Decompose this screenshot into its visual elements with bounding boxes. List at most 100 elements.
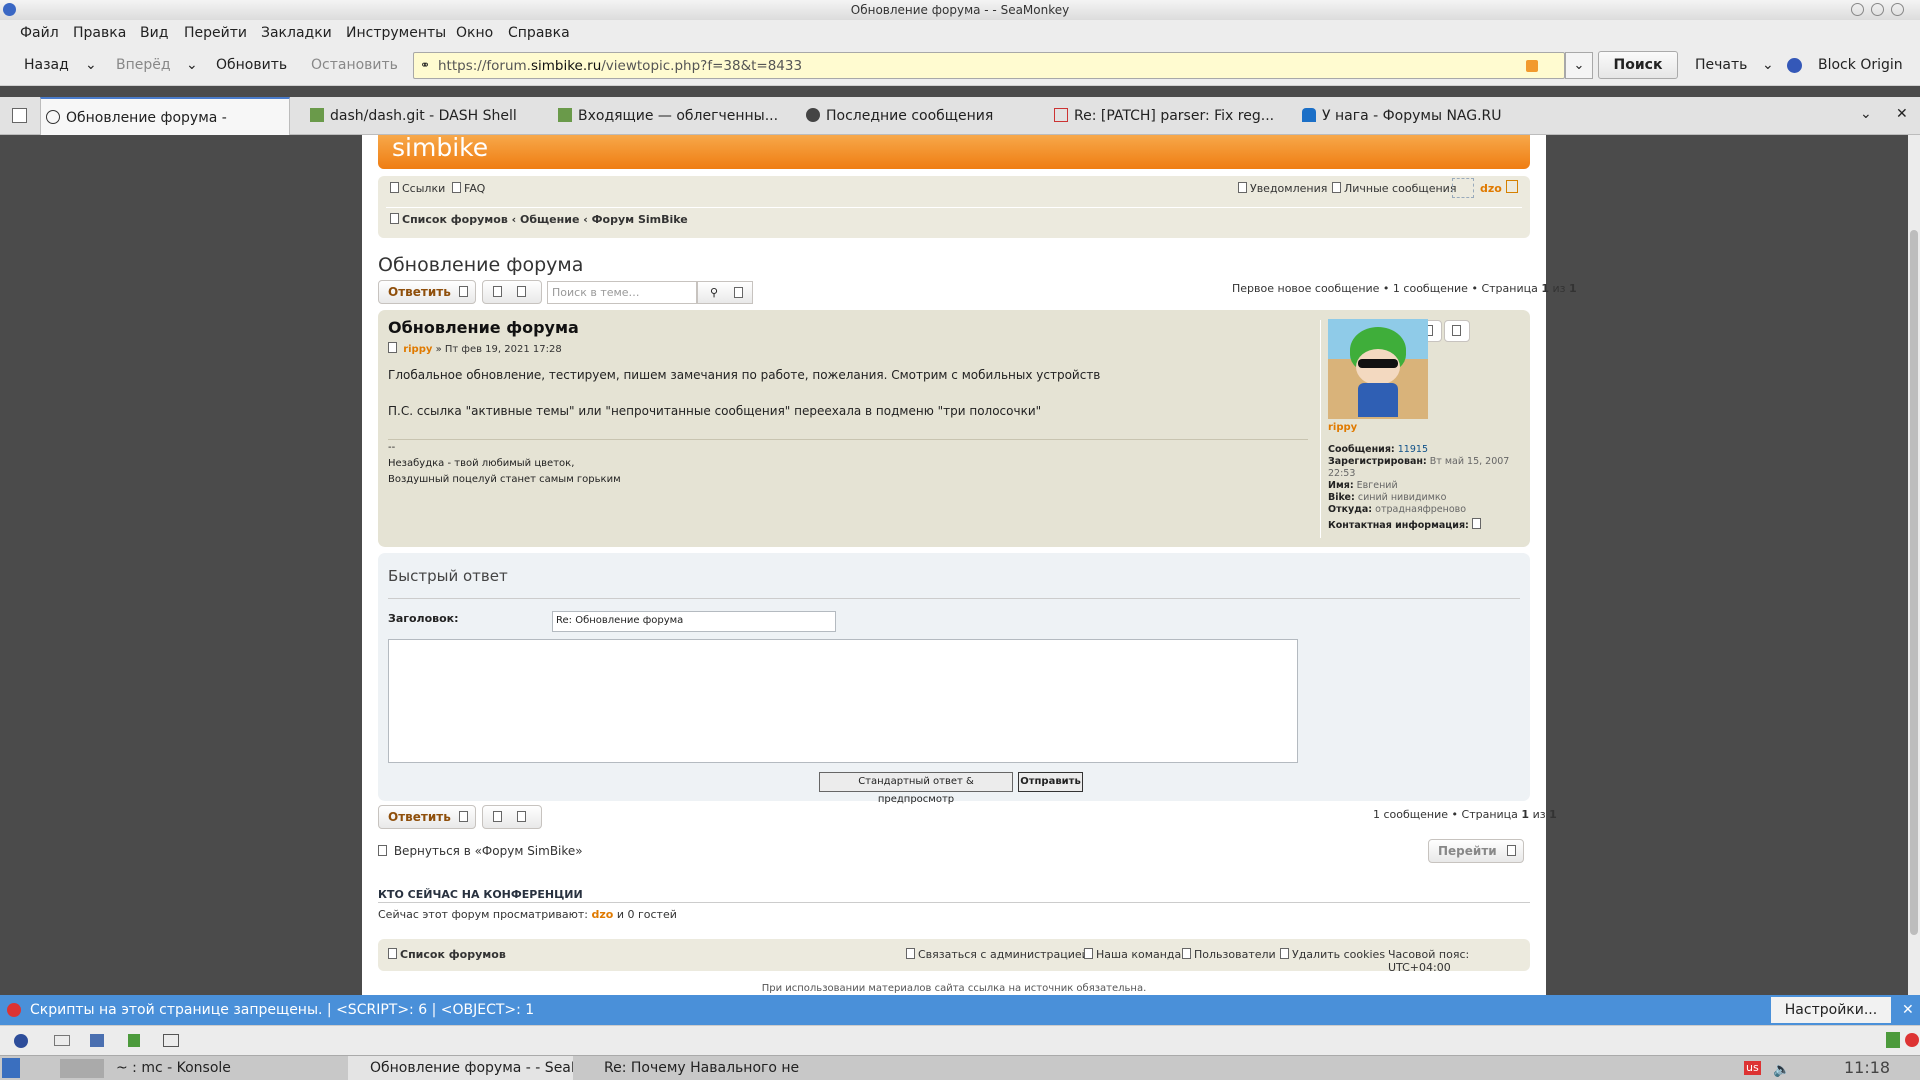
minimize-icon[interactable] <box>1851 3 1864 16</box>
search-icon[interactable]: ⚲ <box>710 286 718 299</box>
post-author[interactable]: rippy <box>403 344 432 355</box>
close-noscript-icon[interactable]: ✕ <box>1902 995 1914 1025</box>
post-icon[interactable] <box>388 342 397 353</box>
close-tab-icon[interactable]: ✕ <box>1896 106 1908 122</box>
back-dropdown-icon[interactable]: ⌄ <box>85 57 97 73</box>
breadcrumb-general[interactable]: Общение <box>520 213 579 226</box>
links-link[interactable]: Ссылки <box>390 182 445 195</box>
subject-input[interactable]: Re: Обновление форума <box>552 611 836 632</box>
url-bar[interactable]: ⚭ https://forum.simbike.ru/viewtopic.php… <box>413 52 1565 79</box>
signature-dash: -- <box>388 442 396 453</box>
tab-recent-messages[interactable]: Последние сообщения <box>806 97 1036 135</box>
topic-title[interactable]: Обновление форума <box>378 254 583 276</box>
contact-admin-link[interactable]: Связаться с администрацией <box>906 948 1089 961</box>
mail-icon[interactable] <box>54 1035 70 1046</box>
submit-button[interactable]: Отправить <box>1018 772 1083 792</box>
close-icon[interactable] <box>1891 3 1904 16</box>
kde-menu-icon[interactable] <box>2 1058 20 1078</box>
username-link[interactable]: dzo <box>1480 182 1502 195</box>
window-title: Обновление форума - - SeaMonkey <box>850 3 1070 17</box>
task-other[interactable]: Re: Почему Навального не лю <box>584 1056 799 1080</box>
quick-reply: Быстрый ответ Заголовок: Re: Обновление … <box>378 553 1530 805</box>
user-menu-icon[interactable] <box>1506 180 1518 193</box>
reply-button[interactable]: Ответить <box>378 280 476 304</box>
tab-nag[interactable]: У нага - Форумы NAG.RU <box>1302 97 1532 135</box>
addressbook-icon[interactable] <box>163 1034 179 1047</box>
keyboard-layout[interactable]: us <box>1744 1061 1761 1075</box>
tab-list-icon[interactable] <box>12 108 27 123</box>
site-identity-icon[interactable]: ⚭ <box>420 58 430 72</box>
stop-button[interactable]: Остановить <box>311 57 398 73</box>
online-user-link[interactable]: dzo <box>592 908 614 921</box>
profile-username[interactable]: rippy <box>1328 422 1357 433</box>
forward-dropdown-icon[interactable]: ⌄ <box>186 57 198 73</box>
menu-go[interactable]: Перейти <box>184 25 247 41</box>
notifications-link[interactable]: Уведомления <box>1238 182 1327 195</box>
preview-button[interactable]: Стандартный ответ & предпросмотр <box>819 772 1013 805</box>
volume-icon[interactable]: 🔈 <box>1773 1058 1790 1080</box>
tabs-dropdown-icon[interactable]: ⌄ <box>1860 106 1872 122</box>
breadcrumb: Список форумов ‹ Общение ‹ Форум SimBike <box>390 213 688 226</box>
chat-icon[interactable] <box>128 1034 140 1047</box>
members-link[interactable]: Пользователи <box>1182 948 1276 961</box>
task-konsole[interactable]: ~ : mc - Konsole <box>116 1056 231 1080</box>
tab-inbox[interactable]: Входящие — облегченны... <box>558 97 788 135</box>
search-button[interactable]: Поиск <box>1598 51 1678 79</box>
menu-window[interactable]: Окно <box>456 25 493 41</box>
tab-forum-update[interactable]: Обновление форума - <box>40 97 290 135</box>
reload-button[interactable]: Обновить <box>216 57 287 73</box>
topic-tools-button-bottom[interactable] <box>482 805 542 829</box>
task-seamonkey[interactable]: Обновление форума - - SeaMo <box>348 1056 573 1080</box>
scrollbar-thumb[interactable] <box>1910 230 1918 935</box>
pm-link[interactable]: Личные сообщения <box>1332 182 1456 195</box>
desktop-pager[interactable] <box>60 1059 104 1078</box>
url-dropdown-icon[interactable]: ⌄ <box>1565 52 1593 79</box>
back-to-forum-link[interactable]: Вернуться в «Форум SimBike» <box>378 844 583 858</box>
forward-button[interactable]: Вперёд <box>116 57 171 73</box>
first-unread-link[interactable]: Первое новое сообщение <box>1232 282 1379 295</box>
post-title[interactable]: Обновление форума <box>388 318 579 337</box>
globe-icon[interactable] <box>1787 58 1802 73</box>
print-dropdown-icon[interactable]: ⌄ <box>1762 57 1774 73</box>
maximize-icon[interactable] <box>1871 3 1884 16</box>
menu-view[interactable]: Вид <box>140 25 168 41</box>
quote-icon <box>1452 325 1461 336</box>
menu-edit[interactable]: Правка <box>73 25 126 41</box>
browser-icon[interactable] <box>14 1034 28 1048</box>
topic-tools-button[interactable] <box>482 280 542 304</box>
clock[interactable]: 11:18 <box>1844 1056 1890 1080</box>
delete-cookies-link[interactable]: Удалить cookies <box>1280 948 1385 961</box>
back-button[interactable]: Назад <box>24 57 69 73</box>
print-button[interactable]: Печать <box>1695 57 1747 73</box>
footer-forums-link[interactable]: Список форумов <box>388 948 506 961</box>
block-origin-button[interactable]: Block Origin <box>1818 57 1903 73</box>
message-textarea[interactable] <box>388 639 1298 763</box>
site-logo[interactable]: simbike <box>392 133 488 162</box>
menu-bookmarks[interactable]: Закладки <box>261 25 332 41</box>
tab-patch[interactable]: Re: [PATCH] parser: Fix reg... <box>1054 97 1284 135</box>
menu-file[interactable]: Файл <box>20 25 59 41</box>
reply-button-bottom[interactable]: Ответить <box>378 805 476 829</box>
post-count-link[interactable]: 11915 <box>1398 444 1428 455</box>
breadcrumb-forums[interactable]: Список форумов <box>402 213 508 226</box>
noscript-status-icon[interactable] <box>1905 1033 1919 1047</box>
user-avatar[interactable] <box>1328 319 1428 419</box>
gear-icon[interactable] <box>734 287 743 298</box>
topic-search-input[interactable]: Поиск в теме… <box>547 281 697 304</box>
noscript-settings-button[interactable]: Настройки... <box>1771 997 1891 1023</box>
avatar[interactable] <box>1452 178 1474 198</box>
noscript-icon[interactable] <box>7 1003 21 1017</box>
tab-dash[interactable]: dash/dash.git - DASH Shell <box>310 97 540 135</box>
quote-button[interactable] <box>1444 320 1470 342</box>
breadcrumb-simbike[interactable]: Форум SimBike <box>592 213 688 226</box>
jump-to-button[interactable]: Перейти <box>1428 839 1524 863</box>
faq-link[interactable]: FAQ <box>452 182 485 195</box>
rss-icon[interactable] <box>1526 60 1538 72</box>
site-footer: Список форумов Связаться с администрацие… <box>378 939 1530 974</box>
team-link[interactable]: Наша команда <box>1084 948 1181 961</box>
menu-help[interactable]: Справка <box>508 25 570 41</box>
menu-tools[interactable]: Инструменты <box>346 25 446 41</box>
bell-icon <box>1238 182 1247 193</box>
composer-icon[interactable] <box>90 1034 104 1047</box>
contact-icon[interactable] <box>1471 518 1481 529</box>
